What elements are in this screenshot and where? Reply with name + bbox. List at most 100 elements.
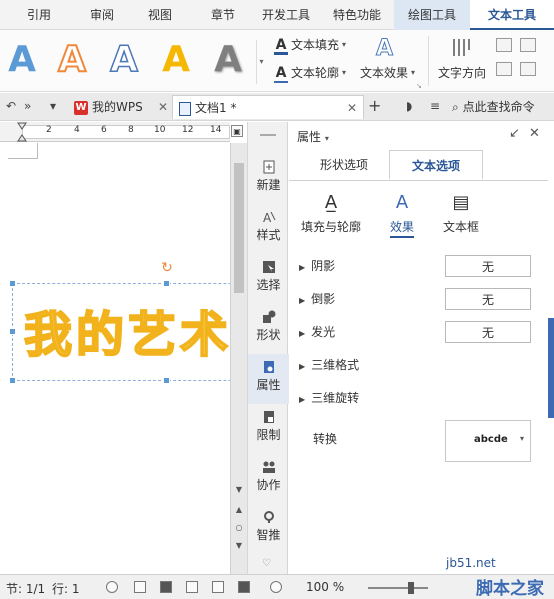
sync-icon[interactable]: ◗ bbox=[406, 99, 412, 113]
zoom-slider-knob[interactable] bbox=[408, 582, 414, 594]
expand-icon[interactable]: » bbox=[24, 99, 31, 113]
eye-protect-icon[interactable] bbox=[270, 581, 282, 593]
shadow-select[interactable]: 无 bbox=[445, 255, 531, 277]
convert-select[interactable]: abcde ▾ bbox=[445, 420, 531, 462]
close-icon[interactable]: ✕ bbox=[158, 95, 168, 119]
tab-view[interactable]: 视图 bbox=[126, 0, 194, 30]
history-icon[interactable] bbox=[106, 581, 118, 593]
resize-handle[interactable] bbox=[163, 377, 170, 384]
gallery-more-button[interactable]: ▾ bbox=[256, 40, 266, 84]
browse-object-icon[interactable]: ○ bbox=[233, 523, 245, 532]
tab-text-options[interactable]: 文本选项 bbox=[389, 150, 483, 180]
subtab-textbox[interactable]: ▤ 文本框 bbox=[433, 192, 489, 235]
read-mode-icon[interactable] bbox=[238, 581, 250, 593]
tab-my-wps[interactable]: W 我的WPS ✕ bbox=[68, 95, 168, 119]
tab-text-tools[interactable]: 文本工具 bbox=[470, 0, 554, 30]
reflection-select[interactable]: 无 bbox=[445, 288, 531, 310]
resize-handle[interactable] bbox=[9, 377, 16, 384]
sidebar-item-style[interactable]: A 样式 bbox=[248, 204, 289, 254]
page-view-icon[interactable] bbox=[160, 581, 172, 593]
zoom-slider[interactable] bbox=[368, 587, 428, 589]
text-direction-button[interactable]: 文字方向 bbox=[438, 64, 486, 81]
text-outline-button[interactable]: A 文本轮廓 ▾ bbox=[274, 64, 346, 83]
subtab-effect[interactable]: A 效果 bbox=[377, 192, 427, 238]
wps-logo-icon: W bbox=[74, 100, 88, 115]
sidebar-item-recommend[interactable]: 智推 bbox=[248, 504, 289, 554]
indent-marker[interactable] bbox=[17, 122, 27, 142]
align-text-icon[interactable] bbox=[496, 62, 512, 76]
wordart-text[interactable]: 我的艺术字 bbox=[23, 295, 230, 365]
wordart-style-orange-outline[interactable]: A bbox=[50, 38, 94, 82]
glow-select[interactable]: 无 bbox=[445, 321, 531, 343]
reflection-row[interactable]: ▶ 倒影 无 bbox=[299, 288, 539, 310]
subtab-fill-outline[interactable]: A̲ 填充与轮廓 bbox=[295, 192, 367, 235]
resize-handle[interactable] bbox=[9, 280, 16, 287]
fullscreen-icon[interactable] bbox=[134, 581, 146, 593]
link-textbox-icon[interactable] bbox=[496, 38, 512, 52]
prev-page-icon[interactable]: ▲ bbox=[233, 505, 245, 514]
new-icon bbox=[263, 160, 274, 174]
outline-view-icon[interactable] bbox=[186, 581, 198, 593]
sidebar-item-shape[interactable]: 形状 bbox=[248, 304, 289, 354]
section-indicator[interactable]: 节: 1/1 bbox=[6, 580, 45, 597]
tab-review[interactable]: 审阅 bbox=[78, 0, 126, 30]
text-effects-button[interactable]: 文本效果 ▾ bbox=[360, 64, 415, 81]
glow-row[interactable]: ▶ 发光 无 bbox=[299, 321, 539, 343]
new-tab-button[interactable]: + bbox=[368, 96, 381, 115]
zoom-level[interactable]: 100 % bbox=[306, 580, 344, 594]
pane-scrollbar-thumb[interactable] bbox=[548, 318, 554, 418]
tab-features[interactable]: 特色功能 bbox=[320, 0, 394, 30]
tab-document1[interactable]: 文档1 * ✕ bbox=[172, 95, 364, 119]
line-indicator[interactable]: 行: 1 bbox=[52, 580, 80, 597]
tab-drawing-tools[interactable]: 绘图工具 bbox=[394, 0, 470, 30]
tab-developer[interactable]: 开发工具 bbox=[252, 0, 320, 30]
tab-references[interactable]: 引用 bbox=[0, 0, 78, 30]
shadow-row[interactable]: ▶ 阴影 无 bbox=[299, 255, 539, 277]
sidebar-item-property[interactable]: 属性 bbox=[248, 354, 289, 404]
rotate-handle-icon[interactable]: ↻ bbox=[160, 261, 174, 275]
sidebar-item-label: 限制 bbox=[256, 428, 281, 442]
ruler-toggle-icon[interactable]: ▣ bbox=[231, 125, 243, 137]
resize-handle[interactable] bbox=[9, 328, 16, 335]
tab-shape-options[interactable]: 形状选项 bbox=[301, 150, 387, 180]
sidebar-item-select[interactable]: 选择 bbox=[248, 254, 289, 304]
dialog-launcher-icon[interactable]: ↘ bbox=[416, 82, 422, 90]
document-canvas[interactable]: ↻ 我的艺术字 bbox=[0, 143, 230, 574]
menu-icon[interactable]: ≡ bbox=[430, 99, 440, 113]
text-fill-button[interactable]: A 文本填充 ▾ bbox=[274, 36, 346, 55]
close-icon[interactable]: ✕ bbox=[529, 126, 540, 141]
scrollbar-thumb[interactable] bbox=[234, 163, 244, 293]
scroll-down-icon[interactable]: ▼ bbox=[233, 485, 245, 494]
row-label: 倒影 bbox=[311, 292, 336, 306]
watermark-brand: 脚本之家 bbox=[476, 579, 544, 599]
undo-icon[interactable]: ↶ bbox=[6, 99, 16, 113]
pane-title[interactable]: 属性 ▾ bbox=[297, 128, 329, 145]
wordart-style-blue-outline[interactable]: A bbox=[102, 38, 146, 82]
next-page-icon[interactable]: ▼ bbox=[233, 541, 245, 550]
break-link-icon[interactable] bbox=[520, 38, 536, 52]
tab-chapter[interactable]: 章节 bbox=[194, 0, 252, 30]
text-wrap-icon[interactable] bbox=[520, 62, 536, 76]
resize-handle[interactable] bbox=[163, 280, 170, 287]
wordart-style-gold[interactable]: A bbox=[154, 38, 198, 82]
vertical-scrollbar[interactable]: ▼ ▲ ○ ▼ bbox=[230, 143, 247, 574]
text-fill-icon: A bbox=[274, 36, 288, 55]
subtab-label: 填充与轮廓 bbox=[300, 220, 361, 234]
sidebar-item-new[interactable]: 新建 bbox=[248, 154, 289, 204]
web-view-icon[interactable] bbox=[212, 581, 224, 593]
heart-icon[interactable]: ♡ bbox=[262, 558, 271, 569]
command-search-label: 点此查找命令 bbox=[462, 100, 535, 114]
shape-icon bbox=[262, 310, 275, 323]
3d-rotation-row[interactable]: ▶ 三维旋转 bbox=[299, 387, 539, 409]
chevron-down-icon[interactable]: ▾ bbox=[50, 99, 56, 113]
command-search[interactable]: ⌕ 点此查找命令 bbox=[452, 97, 554, 117]
3d-format-row[interactable]: ▶ 三维格式 bbox=[299, 354, 539, 376]
sidebar-item-collab[interactable]: 协作 bbox=[248, 454, 289, 504]
dock-icon[interactable]: ↙ bbox=[509, 126, 520, 141]
sidebar-item-restrict[interactable]: 限制 bbox=[248, 404, 289, 454]
sidebar-item-label: 协作 bbox=[256, 478, 281, 492]
close-icon[interactable]: ✕ bbox=[347, 96, 357, 120]
sidebar-item-label: 选择 bbox=[256, 278, 281, 292]
wordart-style-gray-shadow[interactable]: A bbox=[206, 38, 250, 82]
wordart-style-blue[interactable]: A bbox=[0, 38, 44, 82]
